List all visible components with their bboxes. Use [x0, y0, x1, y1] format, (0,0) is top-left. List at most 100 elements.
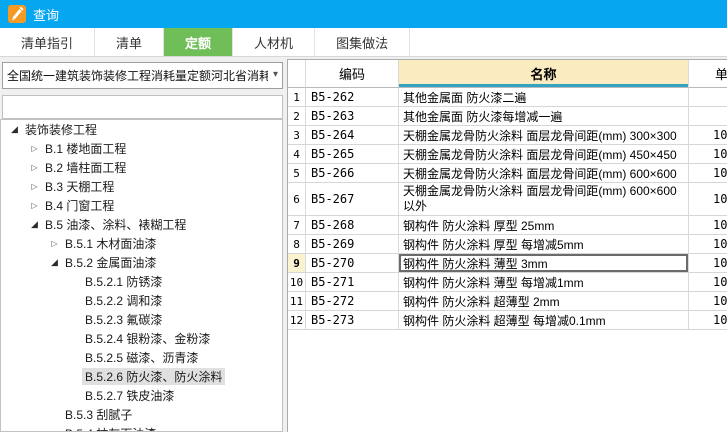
name-cell[interactable]: 其他金属面 防火漆二遍	[399, 88, 689, 107]
code-cell[interactable]: B5-270	[306, 254, 399, 273]
code-cell[interactable]: B5-273	[306, 311, 399, 330]
row-number-cell[interactable]: 11	[288, 292, 306, 311]
tree-item-label: B.5.2.4 银粉漆、金粉漆	[85, 332, 211, 346]
row-number-cell[interactable]: 6	[288, 183, 306, 216]
name-cell[interactable]: 天棚金属龙骨防火涂料 面层龙骨间距(mm) 300×300	[399, 126, 689, 145]
unit-cell[interactable]: 10	[689, 164, 727, 183]
code-cell[interactable]: B5-265	[306, 145, 399, 164]
expanded-icon[interactable]: ◢	[7, 124, 22, 135]
table-row[interactable]: 1 B5-262 其他金属面 防火漆二遍	[288, 88, 727, 107]
row-number-cell[interactable]: 10	[288, 273, 306, 292]
table-row[interactable]: 9 B5-270 钢构件 防火涂料 薄型 3mm 10	[288, 254, 727, 273]
unit-cell[interactable]	[689, 88, 727, 107]
tab-atlas-method[interactable]: 图集做法	[315, 28, 411, 56]
tree-item[interactable]: B.5.3 刮腻子	[1, 405, 282, 424]
tree-item[interactable]: ▷ B.5.4 抹灰面油漆	[1, 424, 282, 431]
tree-item[interactable]: ▷ B.4 门窗工程	[1, 196, 282, 215]
name-cell[interactable]: 钢构件 防火涂料 厚型 25mm	[399, 216, 689, 235]
tree-item[interactable]: B.5.2.6 防火漆、防火涂料	[1, 367, 282, 386]
tree-item[interactable]: B.5.2.5 磁漆、沥青漆	[1, 348, 282, 367]
tree-item[interactable]: B.5.2.4 银粉漆、金粉漆	[1, 329, 282, 348]
row-number-cell[interactable]: 12	[288, 311, 306, 330]
code-cell[interactable]: B5-269	[306, 235, 399, 254]
row-number-cell[interactable]: 7	[288, 216, 306, 235]
row-number-cell[interactable]: 3	[288, 126, 306, 145]
tree-item-label: 装饰装修工程	[25, 123, 98, 137]
tree-item[interactable]: ▷ B.5.1 木材面油漆	[1, 234, 282, 253]
tree-item[interactable]: ▷ B.1 楼地面工程	[1, 139, 282, 158]
unit-cell[interactable]: 10	[689, 311, 727, 330]
unit-cell[interactable]: 10	[689, 216, 727, 235]
tree-item-label: B.5.1 木材面油漆	[65, 237, 157, 251]
name-cell[interactable]: 天棚金属龙骨防火涂料 面层龙骨间距(mm) 600×600以外	[399, 183, 689, 216]
expanded-icon[interactable]: ◢	[47, 257, 62, 268]
name-cell[interactable]: 其他金属面 防火漆每增减一遍	[399, 107, 689, 126]
name-cell[interactable]: 钢构件 防火涂料 超薄型 每增减0.1mm	[399, 311, 689, 330]
tree-item[interactable]: ◢ 装饰装修工程	[1, 120, 282, 139]
tab-labor-material-machine[interactable]: 人材机	[233, 28, 316, 56]
tree-item[interactable]: ▷ B.2 墙柱面工程	[1, 158, 282, 177]
tab-list-guide[interactable]: 清单指引	[0, 28, 96, 56]
code-cell[interactable]: B5-263	[306, 107, 399, 126]
collapsed-icon[interactable]: ▷	[27, 144, 42, 153]
row-number-cell[interactable]: 8	[288, 235, 306, 254]
unit-cell[interactable]: 10	[689, 254, 727, 273]
tab-list[interactable]: 清单	[95, 28, 165, 56]
quota-library-select[interactable]: 全国统一建筑装饰装修工程消耗量定额河北省消耗 ▾	[2, 62, 283, 89]
unit-cell[interactable]	[689, 107, 727, 126]
tree-item[interactable]: B.5.2.7 铁皮油漆	[1, 386, 282, 405]
code-cell[interactable]: B5-268	[306, 216, 399, 235]
tree-item[interactable]: B.5.2.1 防锈漆	[1, 272, 282, 291]
code-cell[interactable]: B5-264	[306, 126, 399, 145]
tree-item[interactable]: ◢ B.5 油漆、涂料、裱糊工程	[1, 215, 282, 234]
collapsed-icon[interactable]: ▷	[27, 182, 42, 191]
collapsed-icon[interactable]: ▷	[27, 201, 42, 210]
table-row[interactable]: 6 B5-267 天棚金属龙骨防火涂料 面层龙骨间距(mm) 600×600以外…	[288, 183, 727, 216]
table-row[interactable]: 3 B5-264 天棚金属龙骨防火涂料 面层龙骨间距(mm) 300×300 1…	[288, 126, 727, 145]
table-row[interactable]: 7 B5-268 钢构件 防火涂料 厚型 25mm 10	[288, 216, 727, 235]
name-cell[interactable]: 钢构件 防火涂料 超薄型 2mm	[399, 292, 689, 311]
table-row[interactable]: 4 B5-265 天棚金属龙骨防火涂料 面层龙骨间距(mm) 450×450 1…	[288, 145, 727, 164]
code-cell[interactable]: B5-262	[306, 88, 399, 107]
table-row[interactable]: 10 B5-271 钢构件 防火涂料 薄型 每增减1mm 10	[288, 273, 727, 292]
table-row[interactable]: 12 B5-273 钢构件 防火涂料 超薄型 每增减0.1mm 10	[288, 311, 727, 330]
row-number-cell[interactable]: 2	[288, 107, 306, 126]
name-column-header: 名称	[399, 60, 689, 88]
tree-item-label: B.5.2.6 防火漆、防火涂料	[82, 368, 226, 385]
name-cell[interactable]: 天棚金属龙骨防火涂料 面层龙骨间距(mm) 600×600	[399, 164, 689, 183]
name-cell[interactable]: 钢构件 防火涂料 厚型 每增减5mm	[399, 235, 689, 254]
unit-cell[interactable]: 10	[689, 145, 727, 164]
row-number-cell[interactable]: 9	[288, 254, 306, 273]
unit-cell[interactable]: 10	[689, 292, 727, 311]
name-cell[interactable]: 钢构件 防火涂料 薄型 每增减1mm	[399, 273, 689, 292]
tab-quota[interactable]: 定额	[164, 28, 234, 56]
unit-cell[interactable]: 10	[689, 273, 727, 292]
code-cell[interactable]: B5-266	[306, 164, 399, 183]
tree-item[interactable]: ▷ B.3 天棚工程	[1, 177, 282, 196]
code-cell[interactable]: B5-271	[306, 273, 399, 292]
row-number-cell[interactable]: 4	[288, 145, 306, 164]
collapsed-icon[interactable]: ▷	[27, 163, 42, 172]
search-input[interactable]	[2, 95, 283, 119]
tree-item[interactable]: B.5.2.2 调和漆	[1, 291, 282, 310]
expanded-icon[interactable]: ◢	[27, 219, 42, 230]
collapsed-icon[interactable]: ▷	[47, 239, 62, 248]
tree-item-label: B.3 天棚工程	[45, 180, 115, 194]
unit-cell[interactable]: 10	[689, 235, 727, 254]
unit-cell[interactable]: 10	[689, 126, 727, 145]
table-row[interactable]: 11 B5-272 钢构件 防火涂料 超薄型 2mm 10	[288, 292, 727, 311]
tree-item-label: B.5.2.7 铁皮油漆	[85, 389, 175, 403]
unit-cell[interactable]: 10	[689, 183, 727, 216]
tree-item[interactable]: ◢ B.5.2 金属面油漆	[1, 253, 282, 272]
row-number-cell[interactable]: 5	[288, 164, 306, 183]
table-row[interactable]: 5 B5-266 天棚金属龙骨防火涂料 面层龙骨间距(mm) 600×600 1…	[288, 164, 727, 183]
row-number-cell[interactable]: 1	[288, 88, 306, 107]
code-cell[interactable]: B5-272	[306, 292, 399, 311]
code-cell[interactable]: B5-267	[306, 183, 399, 216]
tree-item-label: B.5.2 金属面油漆	[65, 256, 157, 270]
tree-item[interactable]: B.5.2.3 氟碳漆	[1, 310, 282, 329]
name-cell[interactable]: 钢构件 防火涂料 薄型 3mm	[399, 254, 689, 273]
table-row[interactable]: 2 B5-263 其他金属面 防火漆每增减一遍	[288, 107, 727, 126]
table-row[interactable]: 8 B5-269 钢构件 防火涂料 厚型 每增减5mm 10	[288, 235, 727, 254]
name-cell[interactable]: 天棚金属龙骨防火涂料 面层龙骨间距(mm) 450×450	[399, 145, 689, 164]
